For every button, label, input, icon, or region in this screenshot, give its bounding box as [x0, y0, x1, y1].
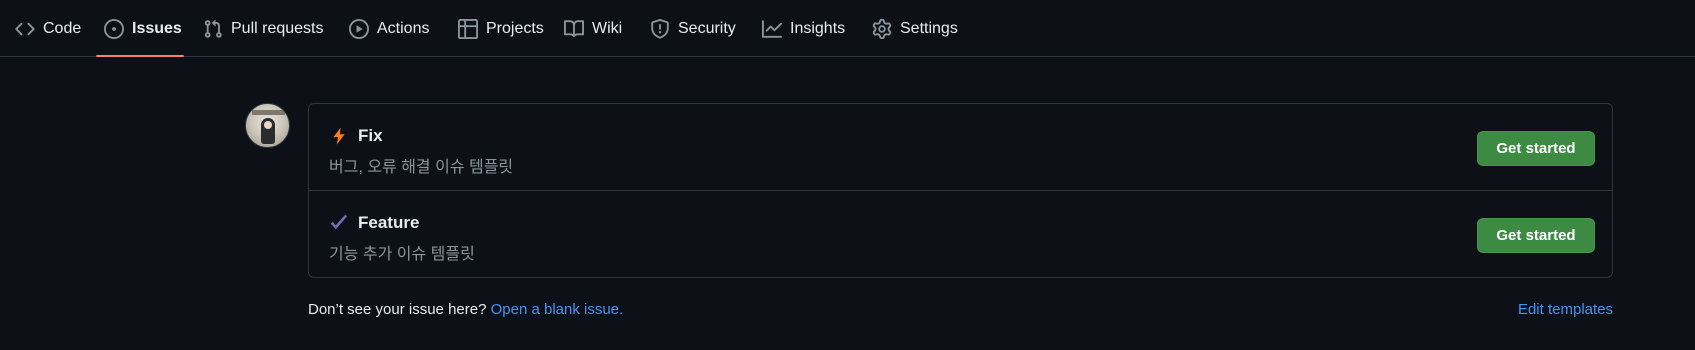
template-title-text: Fix [358, 126, 383, 145]
play-icon [349, 18, 369, 39]
tab-security[interactable]: Security [650, 0, 736, 57]
template-title: Fix [329, 126, 383, 146]
code-icon [15, 19, 35, 39]
template-description: 기능 추가 이슈 템플릿 [329, 246, 475, 263]
tab-pull-requests-label: Pull requests [231, 19, 324, 37]
edit-templates-link[interactable]: Edit templates [1518, 301, 1613, 318]
active-tab-indicator [96, 55, 184, 57]
tab-pull-requests[interactable]: Pull requests [203, 0, 324, 57]
shield-icon [650, 18, 670, 39]
tab-settings-label: Settings [900, 19, 958, 37]
table-icon [458, 18, 478, 39]
template-item-feature: Feature 기능 추가 이슈 템플릿 Get started [309, 191, 1612, 278]
tab-wiki[interactable]: Wiki [564, 0, 622, 57]
tab-security-label: Security [678, 19, 736, 37]
zap-icon [329, 126, 349, 146]
open-blank-issue-link[interactable]: Open a blank issue. [491, 301, 624, 318]
template-title: Feature [329, 213, 419, 233]
tab-actions[interactable]: Actions [349, 0, 429, 57]
gear-icon [872, 18, 892, 39]
issue-templates-list: Fix 버그, 오류 해결 이슈 템플릿 Get started Feature… [308, 103, 1613, 278]
template-item-fix: Fix 버그, 오류 해결 이슈 템플릿 Get started [309, 104, 1612, 191]
book-icon [564, 19, 584, 39]
repo-nav: Code Issues Pull requests Actions Projec… [0, 0, 1695, 57]
issue-opened-icon [104, 18, 124, 39]
tab-projects[interactable]: Projects [458, 0, 544, 57]
template-description: 버그, 오류 해결 이슈 템플릿 [329, 159, 514, 176]
avatar[interactable] [245, 103, 290, 148]
tab-settings[interactable]: Settings [872, 0, 958, 57]
tab-code[interactable]: Code [15, 0, 81, 57]
blank-issue-prompt-text: Don’t see your issue here? [308, 301, 487, 318]
tab-wiki-label: Wiki [592, 19, 623, 37]
tab-insights[interactable]: Insights [762, 0, 845, 57]
heavy-check-mark-icon [329, 213, 349, 233]
template-title-text: Feature [358, 213, 420, 232]
get-started-button[interactable]: Get started [1477, 131, 1595, 166]
tab-issues-label: Issues [132, 19, 182, 37]
graph-icon [762, 19, 782, 39]
tab-insights-label: Insights [790, 19, 846, 37]
blank-issue-prompt: Don’t see your issue here? Open a blank … [308, 301, 623, 318]
get-started-button[interactable]: Get started [1477, 218, 1595, 253]
git-pull-request-icon [203, 19, 223, 39]
tab-code-label: Code [43, 19, 82, 37]
tab-actions-label: Actions [377, 19, 430, 37]
tab-projects-label: Projects [486, 19, 544, 37]
tab-issues[interactable]: Issues [104, 0, 182, 57]
